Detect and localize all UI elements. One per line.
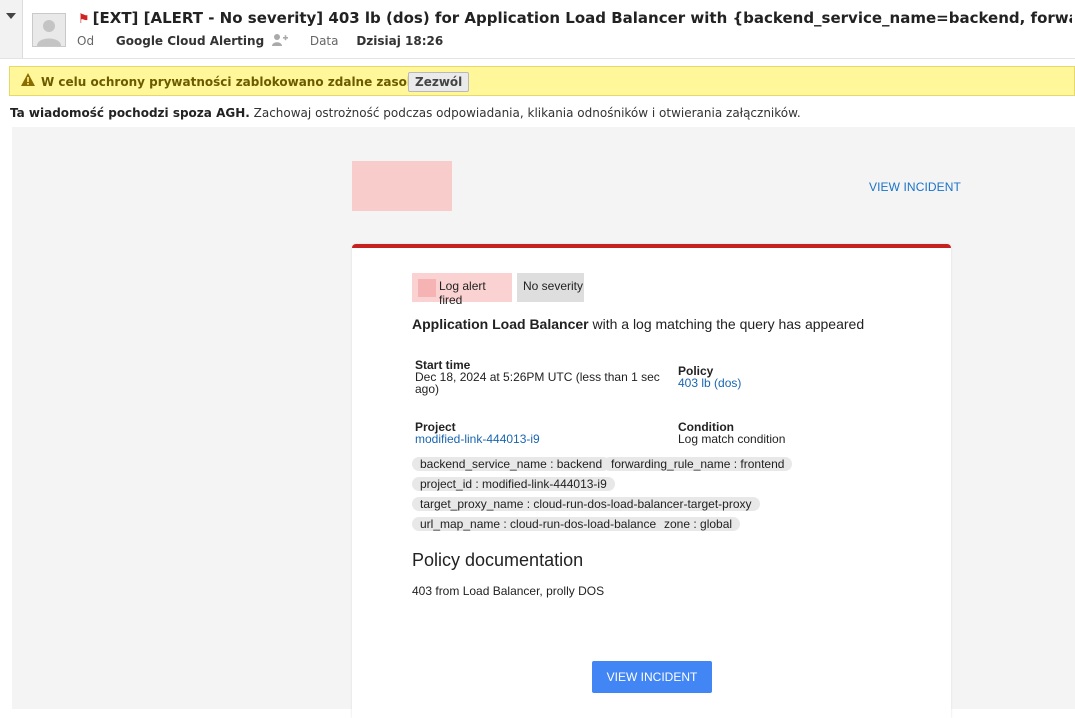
project-link[interactable]: modified-link-444013-i9 — [415, 432, 540, 446]
message-date: Dzisiaj 18:26 — [356, 34, 444, 48]
start-time-field: Start time Dec 18, 2024 at 5:26PM UTC (l… — [415, 359, 660, 395]
warning-triangle-icon — [21, 73, 35, 86]
blocked-logo-image — [352, 161, 452, 211]
policy-link[interactable]: 403 lb (dos) — [678, 376, 741, 390]
person-silhouette-icon — [33, 14, 65, 46]
condition-field: Condition Log match condition — [678, 421, 785, 445]
external-notice-text: Zachowaj ostrożność podczas odpowiadania… — [249, 106, 801, 120]
external-sender-notice: Ta wiadomość pochodzi spoza AGH. Zachowa… — [10, 106, 801, 120]
message-header: ⚑ [EXT] [ALERT - No severity] 403 lb (dos… — [0, 0, 1075, 59]
message-meta: Od Google Cloud Alerting Data Dzisiaj 18… — [77, 33, 443, 50]
external-notice-bold: Ta wiadomość pochodzi spoza AGH. — [10, 106, 250, 120]
policy-documentation-text: 403 from Load Balancer, prolly DOS — [412, 584, 605, 598]
label-chip: project_id : modified-link-444013-i9 — [412, 477, 615, 491]
triangle-down-icon — [6, 13, 16, 19]
from-label: Od — [77, 34, 95, 48]
label-chip: target_proxy_name : cloud-run-dos-load-b… — [412, 497, 760, 511]
add-user-icon — [272, 34, 288, 46]
log-alert-fired-badge: Log alert fired — [412, 273, 512, 307]
label-chip: zone : global — [656, 517, 741, 531]
message-subject: ⚑ [EXT] [ALERT - No severity] 403 lb (dos… — [78, 9, 1072, 27]
policy-documentation-heading: Policy documentation — [412, 550, 584, 570]
alert-status-icon — [418, 279, 436, 297]
condition-value: Log match condition — [678, 432, 786, 446]
collapse-header-toggle[interactable] — [0, 0, 23, 58]
incident-summary: Application Load Balancer with a log mat… — [412, 316, 864, 332]
sender-name[interactable]: Google Cloud Alerting — [116, 34, 264, 48]
badge-fired-label: Log alert fired — [439, 279, 486, 307]
badge-severity-label: No severity — [523, 279, 584, 293]
label-chip: forwarding_rule_name : frontend — [603, 457, 793, 471]
warning-icon — [21, 73, 35, 90]
allow-remote-content-button[interactable]: Zezwól — [408, 72, 470, 92]
label-chip: url_map_name : cloud-run-dos-load-balanc… — [412, 517, 669, 531]
subject-text: [EXT] [ALERT - No severity] 403 lb (dos)… — [92, 9, 1072, 27]
privacy-message: W celu ochrony prywatności zablokowano z… — [41, 75, 427, 89]
summary-resource: Application Load Balancer — [412, 316, 589, 332]
sender-avatar — [32, 13, 66, 47]
summary-text: with a log matching the query has appear… — [588, 316, 865, 332]
label-chip: backend_service_name : backend — [412, 457, 611, 471]
add-contact-icon[interactable] — [272, 33, 288, 50]
severity-badge: No severity — [517, 273, 584, 302]
start-time-value: Dec 18, 2024 at 5:26PM UTC (less than 1 … — [415, 370, 660, 384]
start-time-value-cont: ago) — [415, 382, 440, 396]
date-label: Data — [309, 34, 339, 48]
project-field: Project modified-link-444013-i9 — [415, 421, 540, 445]
view-incident-link[interactable]: VIEW INCIDENT — [869, 180, 961, 194]
flag-icon[interactable]: ⚑ — [78, 12, 90, 27]
remote-content-blocked-bar: W celu ochrony prywatności zablokowano z… — [9, 66, 1075, 96]
view-incident-button[interactable]: VIEW INCIDENT — [592, 661, 712, 693]
policy-field: Policy 403 lb (dos) — [678, 365, 741, 389]
